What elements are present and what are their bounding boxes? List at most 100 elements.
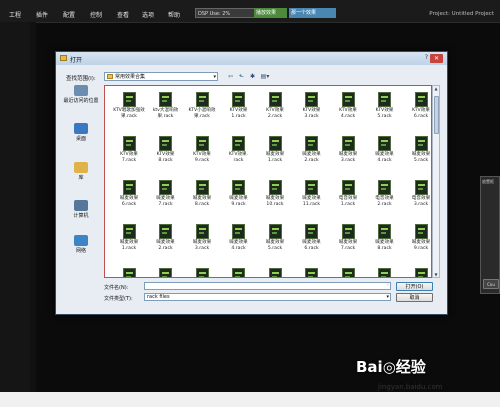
view-menu-icon[interactable]: ▤▾ <box>259 72 271 81</box>
file-item[interactable] <box>182 268 222 277</box>
file-item[interactable] <box>401 268 431 277</box>
file-item[interactable]: 喊麦效果 4.rack <box>219 224 259 252</box>
file-item[interactable]: 喊麦效果 8.rack <box>365 224 405 252</box>
file-item[interactable]: KTV效果 5.rack <box>365 92 405 120</box>
place-label: 桌面 <box>75 136 86 142</box>
file-item[interactable] <box>328 268 368 277</box>
place-network[interactable]: 网络 <box>62 235 100 254</box>
file-item[interactable]: 喊麦效果 9.rack <box>401 224 431 252</box>
file-item[interactable]: 电音效果 2.rack <box>365 180 405 208</box>
menu-help[interactable]: 帮助 <box>168 10 180 19</box>
file-item[interactable]: KTV效果 3.rack <box>292 92 332 120</box>
close-button[interactable]: ✕ <box>430 54 443 63</box>
vertical-scrollbar[interactable]: ▲ ▼ <box>432 85 440 278</box>
file-item[interactable]: 喊麦效果 2.rack <box>292 136 332 164</box>
chevron-down-icon[interactable]: ▾ <box>213 73 216 81</box>
file-item[interactable]: 喊麦效果 7.rack <box>146 180 186 208</box>
scroll-up-icon[interactable]: ▲ <box>433 86 439 91</box>
file-item[interactable]: 喊麦效果 11.rack <box>292 180 332 208</box>
file-item[interactable]: 喊麦效果 3.rack <box>328 136 368 164</box>
rack-file-icon <box>341 268 355 277</box>
menu-control[interactable]: 控制 <box>90 10 102 19</box>
file-item[interactable]: 喊麦效果 9.rack <box>219 180 259 208</box>
file-item[interactable]: KTV效果 4.rack <box>328 92 368 120</box>
place-libraries[interactable]: 库 <box>62 162 100 181</box>
file-item[interactable]: KTV效果 8.rack <box>146 136 186 164</box>
file-item[interactable]: KTV效果 1.rack <box>219 92 259 120</box>
scroll-thumb[interactable] <box>434 96 439 134</box>
file-name: 喊麦效果 2.rack <box>302 152 321 163</box>
place-label: 计算机 <box>73 213 89 219</box>
rack-file-icon <box>414 92 428 107</box>
file-item[interactable] <box>365 268 405 277</box>
file-item[interactable] <box>292 268 332 277</box>
help-icon[interactable]: ? <box>425 54 428 61</box>
menu-view[interactable]: 查看 <box>117 10 129 19</box>
blue-status-box: 那一个效果 <box>289 8 336 18</box>
cancel-button[interactable]: 取消 <box>396 293 433 302</box>
menu-project[interactable]: 工程 <box>9 10 21 19</box>
file-item[interactable]: 电音效果 3.rack <box>401 180 431 208</box>
file-item[interactable] <box>255 268 295 277</box>
file-item[interactable] <box>146 268 186 277</box>
file-item[interactable]: KTV小混响效果.rack <box>182 92 222 120</box>
file-item[interactable]: 喊麦效果 4.rack <box>365 136 405 164</box>
chevron-down-icon[interactable]: ▾ <box>386 282 389 288</box>
dialog-titlebar[interactable]: 打开 ? ✕ <box>56 52 447 65</box>
file-name: ktv大混响效果.rack <box>152 108 179 119</box>
place-computer[interactable]: 计算机 <box>62 200 100 219</box>
rack-file-icon <box>122 224 136 239</box>
rack-file-icon <box>195 268 209 277</box>
filename-input[interactable]: ▾ <box>144 282 391 290</box>
file-item[interactable]: ktv大混响效果.rack <box>146 92 186 120</box>
file-item[interactable]: 喊麦效果 7.rack <box>328 224 368 252</box>
file-item[interactable]: 喊麦效果 1.rack <box>255 136 295 164</box>
lookin-combo[interactable]: 常用效果合集 ▾ <box>104 72 218 81</box>
place-recent-places[interactable]: 最近访问的位置 <box>62 85 100 104</box>
file-item[interactable]: 喊麦效果 2.rack <box>146 224 186 252</box>
file-item[interactable] <box>219 268 259 277</box>
lookin-value: 常用效果合集 <box>115 74 146 80</box>
file-item[interactable]: KTV效果 9.rack <box>182 136 222 164</box>
up-folder-icon[interactable]: ⬑ <box>237 72 246 81</box>
right-panel-tab[interactable]: 放置框 <box>481 177 499 187</box>
file-item[interactable] <box>109 268 149 277</box>
file-name: KTV效果 8.rack <box>156 152 175 163</box>
menu-config[interactable]: 配置 <box>63 10 75 19</box>
file-item[interactable]: 喊麦效果 5.rack <box>401 136 431 164</box>
chevron-down-icon[interactable]: ▾ <box>386 294 389 301</box>
file-item[interactable]: 喊麦效果 10.rack <box>255 180 295 208</box>
file-name: KTV效果 2.rack <box>266 108 284 119</box>
file-item[interactable]: KTV效果 2.rack <box>255 92 295 120</box>
right-panel-button[interactable]: Cou <box>483 279 499 289</box>
file-item[interactable]: KTV效果 7.rack <box>109 136 149 164</box>
file-item[interactable]: KTV效果. rack <box>219 136 259 164</box>
menu-options[interactable]: 选项 <box>142 10 154 19</box>
network-icon <box>74 235 88 246</box>
file-item[interactable]: 喊麦效果 6.rack <box>292 224 332 252</box>
folder-icon <box>60 55 67 61</box>
file-name: 喊麦效果 9.rack <box>229 196 248 207</box>
new-folder-icon[interactable]: ✱ <box>248 72 257 81</box>
file-name: 喊麦效果 10.rack <box>265 196 285 207</box>
file-item[interactable]: KTV唱歌加强效果.rack <box>109 92 149 120</box>
file-item[interactable]: 电音效果 1.rack <box>328 180 368 208</box>
file-item[interactable]: 喊麦效果 8.rack <box>182 180 222 208</box>
file-list[interactable]: KTV唱歌加强效果.rack ktv大混响效果.rack KTV小混响效果.rack… <box>104 85 432 278</box>
menu-plugins[interactable]: 插件 <box>36 10 48 19</box>
rack-file-icon <box>414 268 428 277</box>
file-item[interactable]: 喊麦效果 3.rack <box>182 224 222 252</box>
place-desktop[interactable]: 桌面 <box>62 123 100 142</box>
rack-file-icon <box>268 92 282 107</box>
scroll-down-icon[interactable]: ▼ <box>433 272 439 277</box>
file-item[interactable]: 喊麦效果 6.rack <box>109 180 149 208</box>
rack-file-icon <box>159 224 172 239</box>
left-panel <box>0 22 36 392</box>
file-item[interactable]: KTV效果 6.rack <box>401 92 431 120</box>
file-name: KTV小混响效果.rack <box>188 108 216 119</box>
back-icon[interactable]: ⇦ <box>226 72 235 81</box>
file-item[interactable]: 喊麦效果 5.rack <box>255 224 295 252</box>
file-item[interactable]: 喊麦效果 1.rack <box>109 224 149 252</box>
open-button[interactable]: 打开(O) <box>396 282 433 291</box>
filetype-select[interactable]: rack files ▾ <box>144 293 391 301</box>
